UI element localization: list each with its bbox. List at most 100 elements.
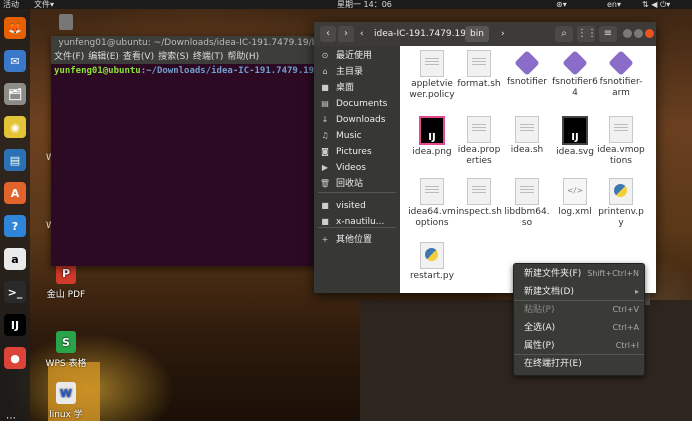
music-icon: ♫ [321, 131, 329, 140]
language-indicator[interactable]: en▾ [607, 0, 621, 9]
writer-icon[interactable]: ▤ [4, 149, 26, 171]
back-button[interactable]: ‹ [320, 26, 336, 42]
terminal-menu-item[interactable]: 文件(F) [54, 52, 84, 62]
file-item[interactable]: idea.sh [503, 116, 551, 156]
top-bar: 活动 文件▾ 星期一 14：06 ⊛▾ en▾ ⇅ ◀ ⏻▾ [0, 0, 692, 9]
documents-icon: ▤ [321, 99, 329, 108]
sidebar-item[interactable]: ■ visited [314, 198, 400, 213]
terminal-menu-item[interactable]: 搜索(S) [158, 52, 189, 62]
chrome-icon[interactable]: ● [4, 347, 26, 369]
app-menu[interactable]: 文件▾ [34, 0, 54, 9]
sidebar-item[interactable]: 🗑 回收站 [314, 176, 400, 191]
file-item[interactable]: libdbm64.so [503, 178, 551, 229]
file-item[interactable]: printenv.py [597, 178, 645, 229]
file-item[interactable]: </> log.xml [551, 178, 599, 218]
sidebar-separator [318, 192, 396, 193]
file-item[interactable]: IJ idea.png [408, 116, 456, 158]
files-icon[interactable]: 🗂 [4, 83, 26, 105]
rhythmbox-icon[interactable]: ◉ [4, 116, 26, 138]
context-menu-item[interactable]: 粘贴(P) Ctrl+V [514, 302, 644, 318]
menu-item-label: 粘贴(P) [524, 305, 555, 315]
breadcrumb-idea-folder[interactable]: idea-IC-191.7479.19 [369, 26, 471, 42]
file-name: fsnotifier-arm [599, 77, 643, 98]
file-item[interactable]: format.sh [455, 50, 503, 90]
accessibility-icon[interactable]: ⊛▾ [556, 0, 567, 9]
desktop-wps-sheet[interactable]: S WPS 表格 [40, 331, 92, 369]
terminal-icon[interactable]: >_ [4, 281, 26, 303]
desktop-wps-pdf[interactable]: P 金山 PDF [40, 262, 92, 300]
sidebar-item-label: 主目录 [336, 67, 364, 77]
breadcrumb-right-arrow[interactable]: › [496, 26, 510, 42]
executable-icon [514, 50, 540, 76]
sidebar-item[interactable]: ⊙ 最近使用 [314, 48, 400, 63]
sidebar-item-label: Videos [336, 163, 366, 173]
text-file-icon [609, 116, 633, 143]
text-file-icon [420, 50, 444, 77]
terminal-title[interactable]: yunfeng01@ubuntu: ~/Downloads/idea-IC-19… [51, 36, 333, 51]
view-options-button[interactable]: ⋮⋮ [577, 26, 597, 42]
search-button[interactable]: ⌕ [555, 26, 573, 42]
desktop-label: 金山 PDF [46, 290, 86, 300]
breadcrumb-left-arrow[interactable]: ‹ [355, 26, 369, 42]
help-icon[interactable]: ? [4, 215, 26, 237]
terminal-menu-item[interactable]: 查看(V) [123, 52, 154, 62]
downloads-icon: ↓ [321, 115, 329, 124]
menu-button[interactable]: ≡ [599, 26, 617, 42]
file-item[interactable]: fsnotifier [503, 50, 551, 88]
terminal-menu-item[interactable]: 帮助(H) [227, 52, 259, 62]
file-name: idea64.vmoptions [408, 207, 456, 228]
context-menu-item[interactable]: 在终端打开(E) [514, 356, 644, 372]
file-item[interactable]: appletviewer.policy [408, 50, 456, 101]
file-item[interactable]: fsnotifier-arm [597, 50, 645, 99]
file-item[interactable]: idea.properties [455, 116, 503, 167]
context-menu-item[interactable]: 属性(P) Ctrl+I [514, 338, 644, 354]
desktop-label: linux 学 [49, 410, 83, 420]
close-button[interactable] [645, 29, 654, 38]
file-item[interactable]: IJ idea.svg [551, 116, 599, 158]
desktop-trash[interactable] [55, 14, 77, 33]
context-menu-item[interactable]: 全选(A) Ctrl+A [514, 320, 644, 336]
terminal-menu-item[interactable]: 编辑(E) [88, 52, 119, 62]
forward-button[interactable]: › [338, 26, 354, 42]
sidebar-item[interactable]: ■ 桌面 [314, 80, 400, 95]
python-file-icon [609, 178, 633, 205]
file-item[interactable]: idea.vmoptions [597, 116, 645, 167]
file-item[interactable]: restart.py [408, 242, 456, 282]
sidebar-item[interactable]: ▶ Videos [314, 160, 400, 175]
firefox-icon[interactable]: 🦊 [4, 17, 26, 39]
menu-item-shortcut: Shift+Ctrl+N [587, 269, 639, 278]
text-file-icon [420, 178, 444, 205]
context-menu-item[interactable]: 新建文档(D) ▸ [514, 284, 644, 300]
intellij-icon[interactable]: IJ [4, 314, 26, 336]
pictures-icon: ◙ [321, 147, 329, 156]
sidebar-item[interactable]: + 其他位置 [314, 232, 400, 247]
software-center-icon[interactable]: A [4, 182, 26, 204]
amazon-icon[interactable]: a [4, 248, 26, 270]
terminal-prompt[interactable]: yunfeng01@ubuntu:~/Downloads/idea-IC-191… [51, 64, 333, 78]
sidebar-item[interactable]: ↓ Downloads [314, 112, 400, 127]
show-apps-icon[interactable]: ⋯ [6, 413, 18, 424]
menu-separator [514, 354, 644, 355]
sidebar-item[interactable]: ▤ Documents [314, 96, 400, 111]
terminal-menubar: 文件(F) 编辑(E) 查看(V) 搜索(S) 终端(T) 帮助(H) [51, 51, 333, 64]
file-item[interactable]: idea64.vmoptions [408, 178, 456, 229]
file-item[interactable]: inspect.sh [455, 178, 503, 218]
desktop-document[interactable]: W linux 学 [40, 382, 92, 420]
sidebar-item[interactable]: ⌂ 主目录 [314, 64, 400, 79]
file-manager-window[interactable]: ‹ › ‹ idea-IC-191.7479.19 bin › ⌕ ⋮⋮ ≡ ⊙… [314, 22, 656, 293]
prompt-user: yunfeng01@ubuntu [54, 66, 141, 76]
clock[interactable]: 星期一 14：06 [337, 0, 392, 9]
file-view[interactable]: appletviewer.policy format.sh fsnotifier fs… [400, 46, 656, 293]
terminal-window[interactable]: yunfeng01@ubuntu: ~/Downloads/idea-IC-19… [51, 36, 333, 266]
activities-button[interactable]: 活动 [3, 0, 19, 9]
network-icon[interactable]: ⇅ ◀ ⏻▾ [642, 0, 670, 9]
thunderbird-icon[interactable]: ✉ [4, 50, 26, 72]
breadcrumb-bin[interactable]: bin [465, 26, 489, 42]
file-item[interactable]: fsnotifier64 [551, 50, 599, 99]
terminal-menu-item[interactable]: 终端(T) [193, 52, 224, 62]
minimize-button[interactable] [623, 29, 632, 38]
sidebar-item[interactable]: ♫ Music [314, 128, 400, 143]
context-menu-item[interactable]: 新建文件夹(F) Shift+Ctrl+N [514, 266, 644, 282]
sidebar-item[interactable]: ◙ Pictures [314, 144, 400, 159]
maximize-button[interactable] [634, 29, 643, 38]
